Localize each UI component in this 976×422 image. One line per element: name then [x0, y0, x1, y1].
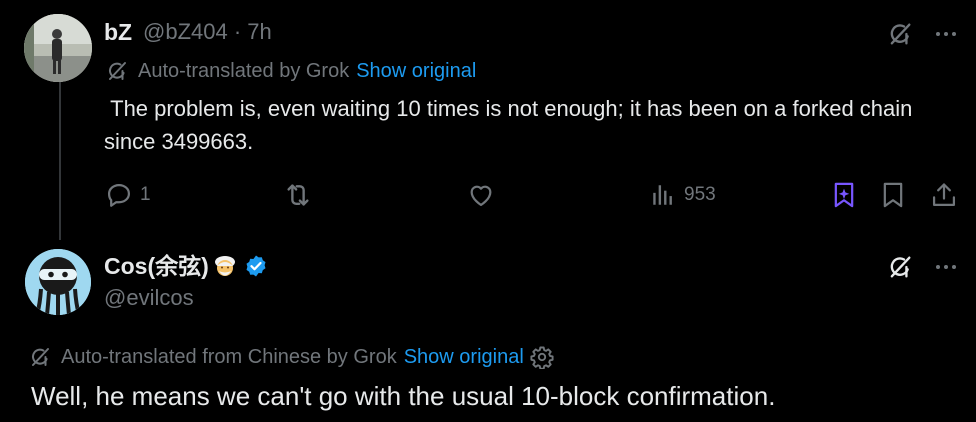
reply-icon [104, 180, 134, 210]
share-action[interactable] [929, 180, 959, 210]
views-action[interactable]: 953 [648, 180, 716, 210]
avatar-character-icon [25, 249, 91, 315]
avatar[interactable] [24, 14, 92, 82]
bookmark-icon [878, 180, 908, 210]
show-original-link[interactable]: Show original [404, 346, 524, 369]
translation-label: Auto-translated from Chinese by Grok [61, 345, 397, 368]
author-handle[interactable]: @evilcos [104, 284, 194, 312]
verified-badge-icon[interactable] [244, 254, 268, 278]
reply-count: 1 [140, 184, 151, 205]
more-options-icon[interactable] [929, 17, 963, 51]
thread-connector-line [59, 82, 61, 240]
repost-action[interactable] [283, 180, 313, 210]
author-handle-time[interactable]: @bZ404 · 7h [143, 18, 272, 46]
translation-notice: Auto-translated by Grok Show original [105, 59, 476, 83]
avatar-photo-icon [24, 14, 92, 82]
more-options-icon[interactable] [929, 250, 963, 284]
reply-action[interactable]: 1 [104, 180, 151, 210]
translation-label: Auto-translated by Grok [138, 59, 350, 82]
translate-icon [28, 345, 52, 369]
repost-icon [283, 180, 313, 210]
tweet-text: Well, he means we can't go with the usua… [31, 381, 776, 411]
views-count: 953 [684, 184, 716, 205]
author-name-row[interactable]: Cos(余弦) [104, 252, 268, 280]
author-name[interactable]: Cos(余弦) [104, 252, 209, 280]
grok-icon[interactable] [883, 17, 917, 51]
translation-notice: Auto-translated from Chinese by Grok Sho… [28, 345, 554, 369]
grok-bookmark-action[interactable] [829, 180, 859, 210]
like-action[interactable] [466, 180, 496, 210]
emoji-icon [212, 254, 238, 278]
translate-icon [105, 59, 129, 83]
grok-icon[interactable] [883, 250, 917, 284]
settings-gear-icon[interactable] [530, 345, 554, 369]
avatar[interactable] [25, 249, 91, 315]
like-icon [466, 180, 496, 210]
show-original-link[interactable]: Show original [356, 60, 476, 83]
author-name[interactable]: bZ [104, 18, 132, 46]
bookmark-action[interactable] [878, 180, 908, 210]
share-icon [929, 180, 959, 210]
views-icon [648, 180, 678, 210]
tweet-text: The problem is, even waiting 10 times is… [104, 96, 919, 154]
grok-bookmark-icon [829, 180, 859, 210]
